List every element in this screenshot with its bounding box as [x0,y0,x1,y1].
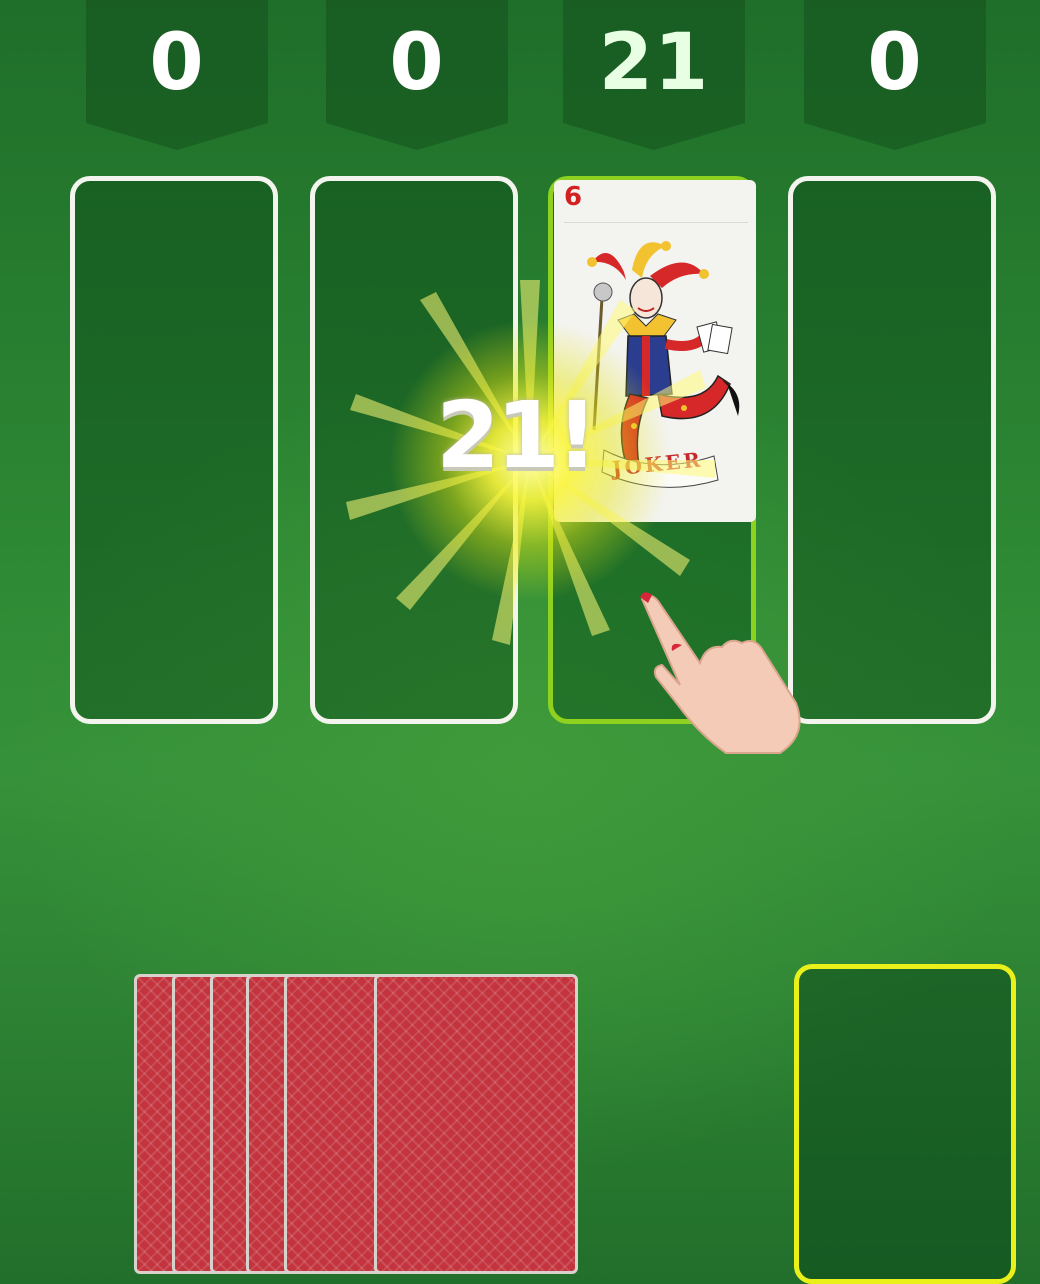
column-1[interactable] [70,176,278,724]
column-2-score: 0 [389,18,445,108]
column-4[interactable] [788,176,996,724]
pointing-hand-icon [640,592,801,754]
score-tab-3: 21 [563,0,745,150]
column-1-score: 0 [149,18,205,108]
deck-top-card[interactable] [374,974,578,1274]
score-tab-2: 0 [326,0,508,150]
hold-slot[interactable] [794,964,1016,1284]
score-tab-1: 0 [86,0,268,150]
column-3-score: 21 [598,18,710,108]
combo-text: 21! [436,382,598,489]
score-tab-4: 0 [804,0,986,150]
column-4-score: 0 [867,18,923,108]
